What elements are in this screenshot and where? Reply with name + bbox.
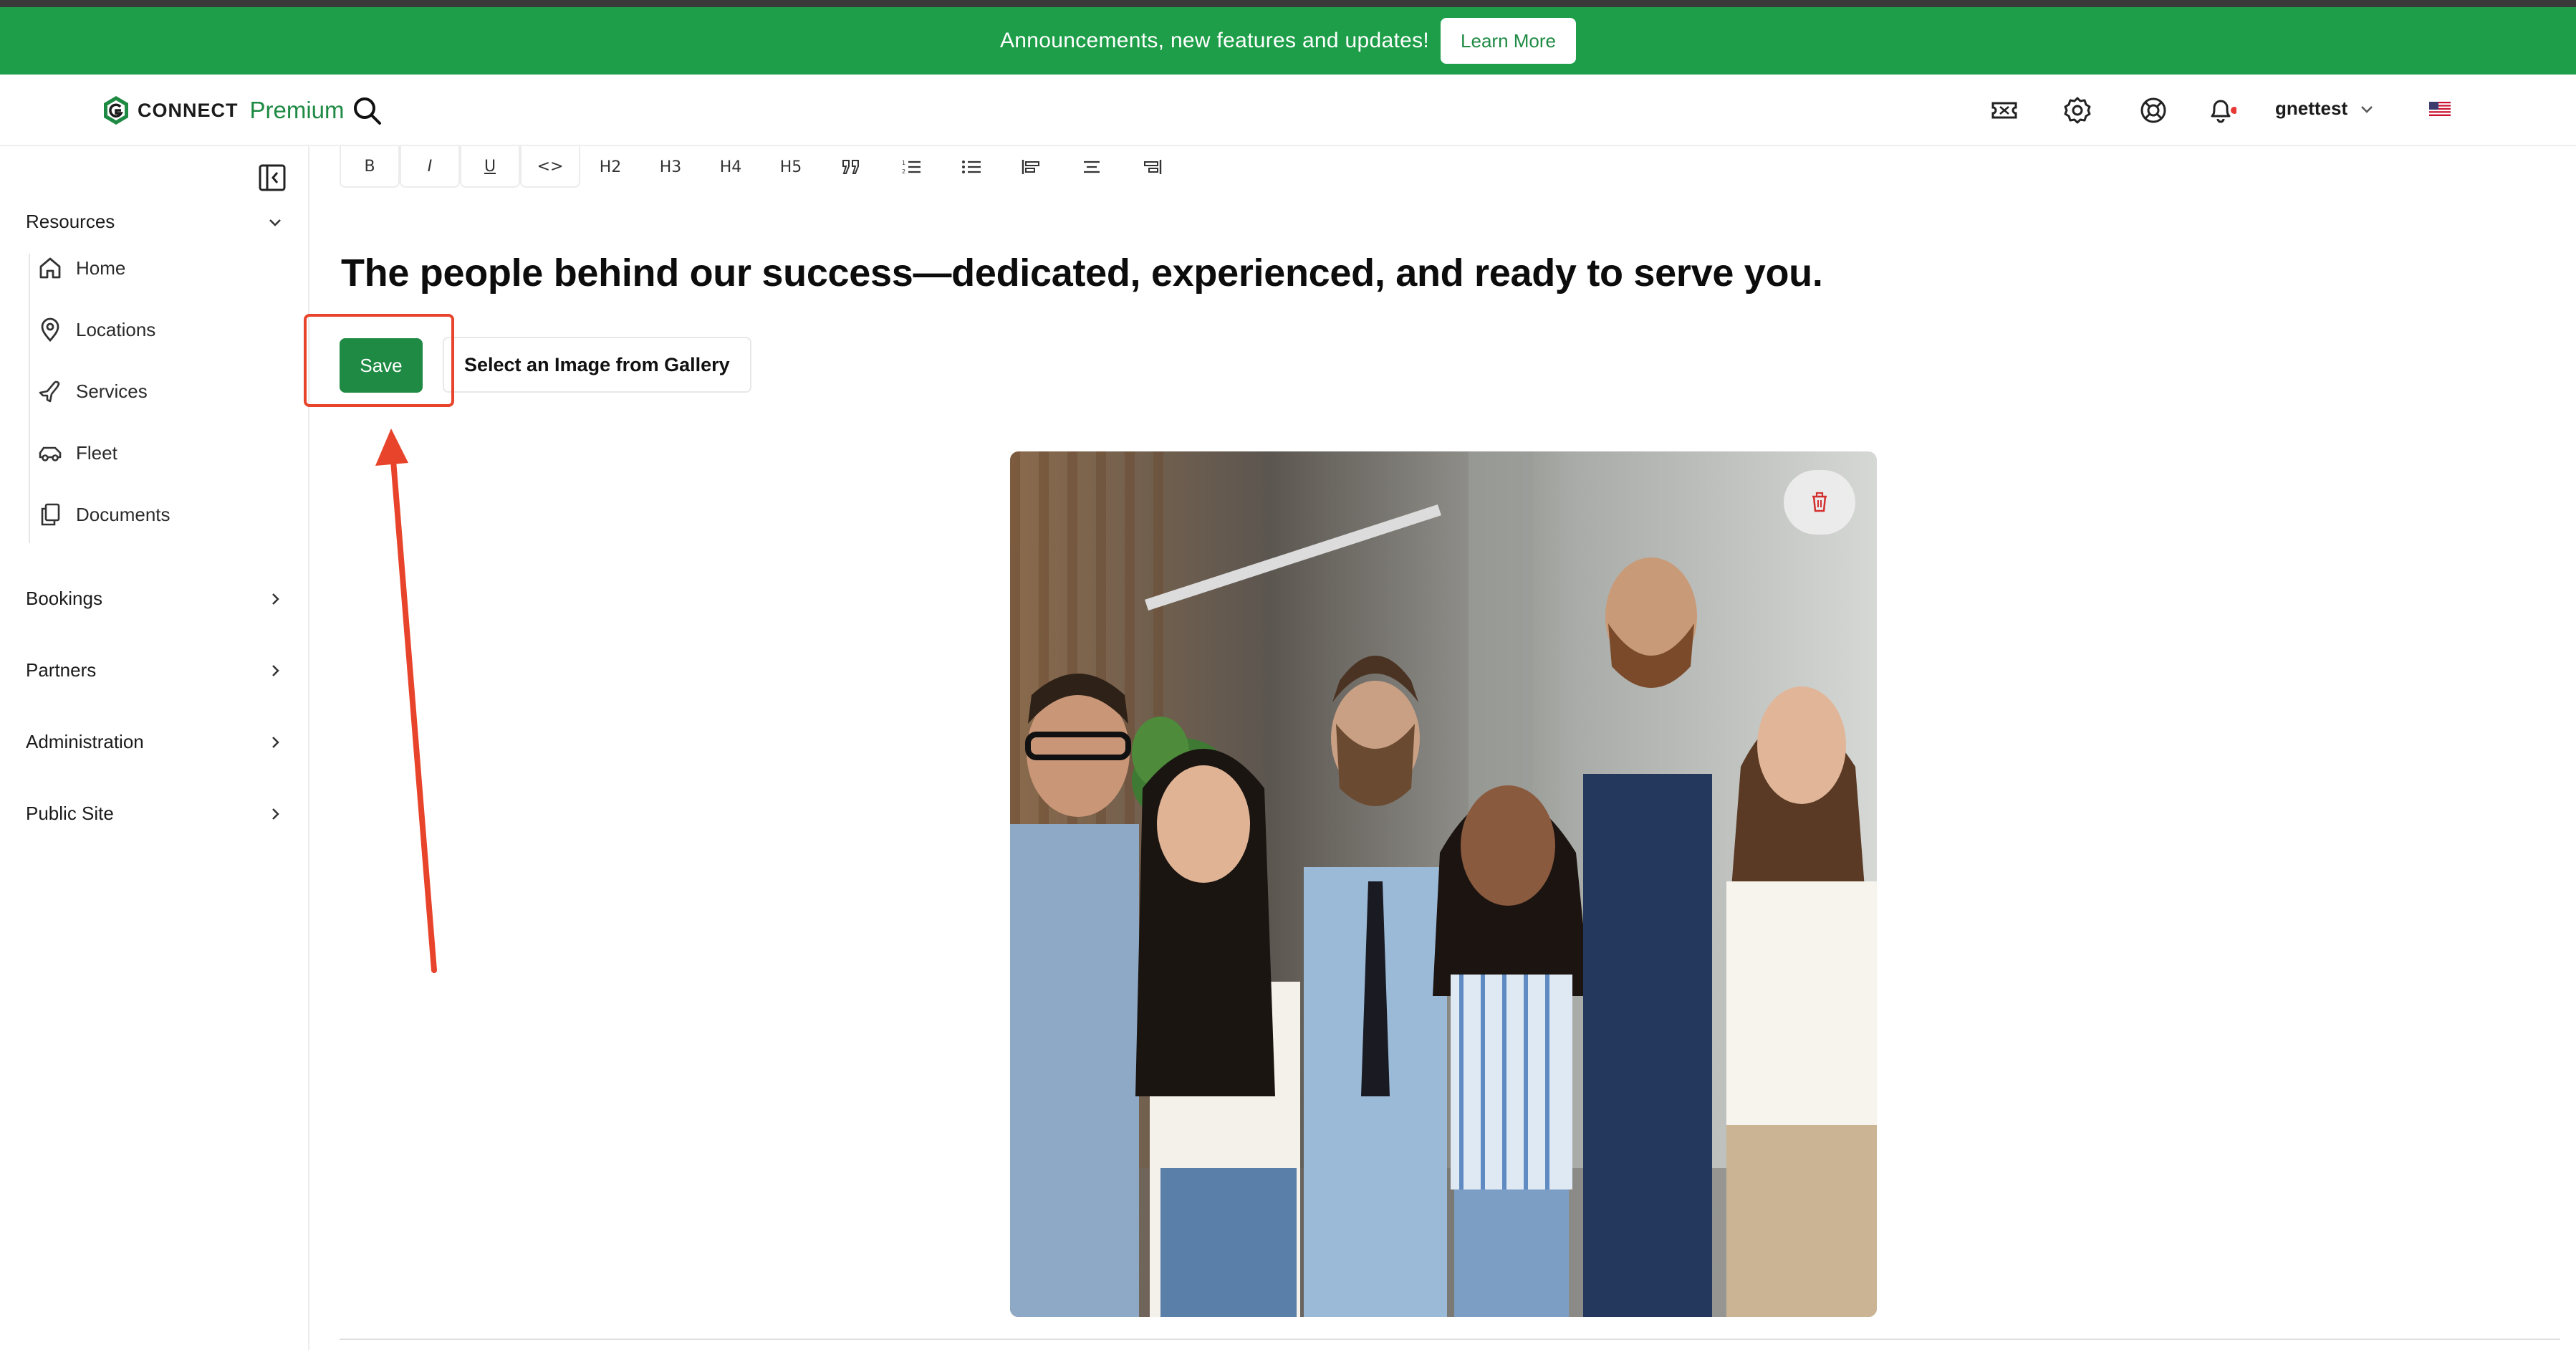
brand-name: CONNECT (138, 99, 239, 121)
bullet-list-icon (962, 161, 981, 173)
align-center-icon (1084, 161, 1100, 173)
gear-icon[interactable] (2062, 95, 2093, 126)
announcement-banner: Announcements, new features and updates!… (0, 7, 2576, 75)
formatting-toolbar: B I U <> H2 H3 H4 H5 12 (340, 146, 1182, 188)
lifebuoy-icon[interactable] (2138, 95, 2169, 126)
sidebar-section-public-site[interactable]: Public Site (26, 803, 284, 825)
collapse-sidebar-icon[interactable] (258, 163, 287, 192)
editor-bottom-divider (340, 1339, 2560, 1340)
align-center-button[interactable] (1062, 146, 1122, 188)
section-label: Public Site (26, 803, 114, 824)
section-label: Bookings (26, 588, 102, 609)
connect-logo-icon (104, 96, 128, 125)
align-right-button[interactable] (1122, 146, 1182, 188)
sidebar-item-label: Services (76, 380, 148, 402)
chevron-right-icon (272, 593, 279, 605)
top-header: CONNECT Premium gnettest (0, 75, 2576, 146)
car-icon (39, 446, 62, 461)
sidebar-item-label: Documents (76, 503, 170, 525)
bullet-list-button[interactable] (941, 146, 1001, 188)
trash-icon (1812, 492, 1827, 512)
sidebar-item-label: Home (76, 257, 126, 279)
section-label: Resources (26, 211, 115, 232)
section-label: Administration (26, 731, 144, 752)
sidebar-item-documents[interactable]: Documents (37, 502, 170, 527)
quote-icon (842, 160, 859, 174)
underline-button[interactable]: U (460, 146, 520, 188)
announcement-text: Announcements, new features and updates! (999, 29, 1430, 52)
sidebar-item-fleet[interactable]: Fleet (37, 440, 117, 466)
team-photo[interactable] (1010, 451, 1877, 1317)
chevron-right-icon (272, 664, 279, 676)
heading-4-button[interactable]: H4 (701, 146, 761, 188)
select-image-gallery-button[interactable]: Select an Image from Gallery (443, 337, 751, 393)
brand-tier: Premium (249, 97, 345, 123)
chevron-right-icon (272, 736, 279, 748)
quote-button[interactable] (821, 146, 881, 188)
page-title[interactable]: The people behind our success—dedicated,… (341, 251, 1823, 295)
align-right-icon (1144, 160, 1162, 174)
search-icon[interactable] (351, 95, 383, 126)
italic-button[interactable]: I (400, 146, 460, 188)
documents-icon (41, 503, 60, 526)
align-left-icon (1022, 160, 1039, 174)
section-label: Partners (26, 659, 97, 681)
user-menu[interactable]: gnettest (2275, 97, 2375, 120)
sidebar-item-locations[interactable]: Locations (37, 317, 155, 343)
annotation-arrow (375, 429, 437, 973)
username: gnettest (2275, 97, 2348, 119)
code-button[interactable]: <> (520, 146, 580, 188)
svg-text:1: 1 (902, 160, 905, 166)
brand-logo[interactable]: CONNECT Premium (102, 93, 345, 128)
home-icon (39, 257, 61, 279)
sidebar-item-home[interactable]: Home (37, 255, 125, 281)
sidebar-item-label: Locations (76, 318, 156, 340)
align-left-button[interactable] (1001, 146, 1062, 188)
chevron-down-icon (2361, 105, 2373, 113)
heading-2-button[interactable]: H2 (580, 146, 640, 188)
heading-5-button[interactable]: H5 (761, 146, 821, 188)
chevron-right-icon (272, 808, 279, 820)
bell-icon[interactable] (2205, 95, 2236, 126)
learn-more-button[interactable]: Learn More (1441, 18, 1577, 64)
bold-button[interactable]: B (340, 146, 400, 188)
heading-3-button[interactable]: H3 (640, 146, 701, 188)
ticket-icon[interactable] (1989, 95, 2020, 126)
window-top-strip (0, 0, 2576, 7)
sidebar-section-administration[interactable]: Administration (26, 731, 284, 753)
sidebar-section-partners[interactable]: Partners (26, 659, 284, 681)
map-pin-icon (41, 317, 59, 343)
ordered-list-icon: 12 (902, 160, 921, 175)
sidebar-item-label: Fleet (76, 441, 117, 464)
sidebar-item-services[interactable]: Services (37, 378, 148, 404)
submenu-rail (29, 254, 30, 543)
sidebar-section-resources[interactable]: Resources (26, 211, 284, 233)
chevron-down-icon (269, 219, 281, 226)
plane-icon (39, 380, 60, 403)
annotation-highlight-box (304, 314, 454, 407)
delete-image-button[interactable] (1784, 470, 1855, 535)
sidebar-section-bookings[interactable]: Bookings (26, 588, 284, 610)
ordered-list-button[interactable]: 12 (881, 146, 941, 188)
notification-dot (2231, 107, 2236, 114)
us-flag-icon[interactable] (2429, 102, 2451, 116)
svg-text:2: 2 (902, 168, 905, 175)
sidebar: Resources Home Locations Services Fleet … (0, 146, 309, 1350)
